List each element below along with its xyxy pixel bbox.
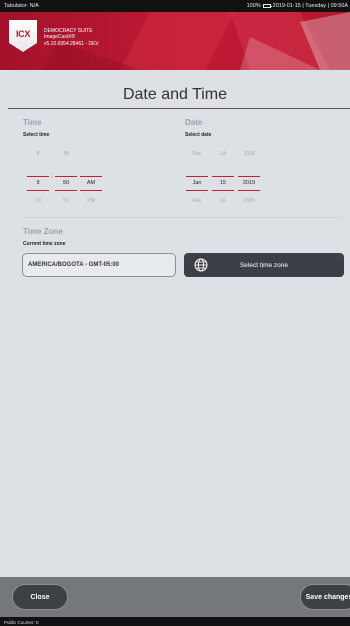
year-prev[interactable]: 2018 — [238, 150, 260, 174]
minute-prev[interactable]: 49 — [55, 150, 77, 174]
time-select-label: Select time — [23, 132, 50, 138]
month-next[interactable]: Feb — [186, 197, 208, 205]
month-picker[interactable]: Dec Jan Feb — [186, 150, 208, 205]
year-picker[interactable]: 2018 2019 2020 — [238, 150, 260, 205]
day-picker[interactable]: 14 15 16 — [212, 150, 234, 205]
ampm-value[interactable]: AM — [80, 179, 102, 188]
minute-next[interactable]: 51 — [55, 197, 77, 205]
close-button[interactable]: Close — [12, 584, 68, 610]
battery-percent: 100% — [246, 3, 261, 9]
version-label: v5.10.6954.28461 - DEV — [44, 40, 99, 47]
select-timezone-button[interactable]: Select time zone — [184, 253, 344, 277]
battery-icon — [262, 4, 272, 8]
hour-picker[interactable]: 8 9 10 — [27, 150, 49, 205]
ampm-picker[interactable]: AM PM — [80, 150, 102, 205]
title-divider — [8, 108, 350, 109]
minute-picker[interactable]: 49 50 51 — [55, 150, 77, 205]
year-next[interactable]: 2020 — [238, 197, 260, 205]
month-prev[interactable]: Dec — [186, 150, 208, 174]
public-counter: Public Counter: 0 — [0, 617, 350, 626]
day-next[interactable]: 16 — [212, 197, 234, 205]
globe-icon — [184, 258, 218, 272]
day-value[interactable]: 15 — [212, 179, 234, 188]
year-value[interactable]: 2019 — [238, 179, 260, 188]
select-timezone-label: Select time zone — [239, 261, 289, 269]
time-section-title: Time — [23, 118, 42, 127]
current-timezone-field: AMERICA/BOGOTA - GMT-05:00 — [22, 253, 176, 277]
footer-bar: Close Save changes — [0, 577, 350, 617]
date-section-title: Date — [185, 118, 203, 127]
hour-next[interactable]: 10 — [27, 197, 49, 205]
month-value[interactable]: Jan — [186, 179, 208, 188]
timezone-current-label: Current time zone — [23, 241, 66, 247]
day-prev[interactable]: 14 — [212, 150, 234, 174]
ampm-prev[interactable] — [80, 150, 102, 174]
tabulator-label: Tabulator: N/A — [4, 3, 39, 9]
app-banner: ICX DEMOCRACY SUITE ImageCastX® v5.10.69… — [0, 12, 350, 70]
status-bar: Tabulator: N/A 100% 2019-01-15 | Tuesday… — [0, 0, 350, 12]
hour-value[interactable]: 9 — [27, 179, 49, 188]
brand-text: DEMOCRACY SUITE ImageCastX® v5.10.6954.2… — [44, 28, 99, 47]
ampm-next[interactable]: PM — [80, 197, 102, 205]
page-title: Date and Time — [122, 86, 228, 103]
hour-prev[interactable]: 8 — [27, 150, 49, 174]
datetime-label: 2019-01-15 | Tuesday | 09:50A — [272, 3, 348, 9]
timezone-section-title: Time Zone — [23, 227, 63, 236]
save-changes-button[interactable]: Save changes — [300, 584, 350, 610]
section-divider — [23, 217, 343, 218]
time-separator: : — [51, 173, 53, 179]
minute-value[interactable]: 50 — [55, 179, 77, 188]
date-select-label: Select date — [185, 132, 212, 138]
